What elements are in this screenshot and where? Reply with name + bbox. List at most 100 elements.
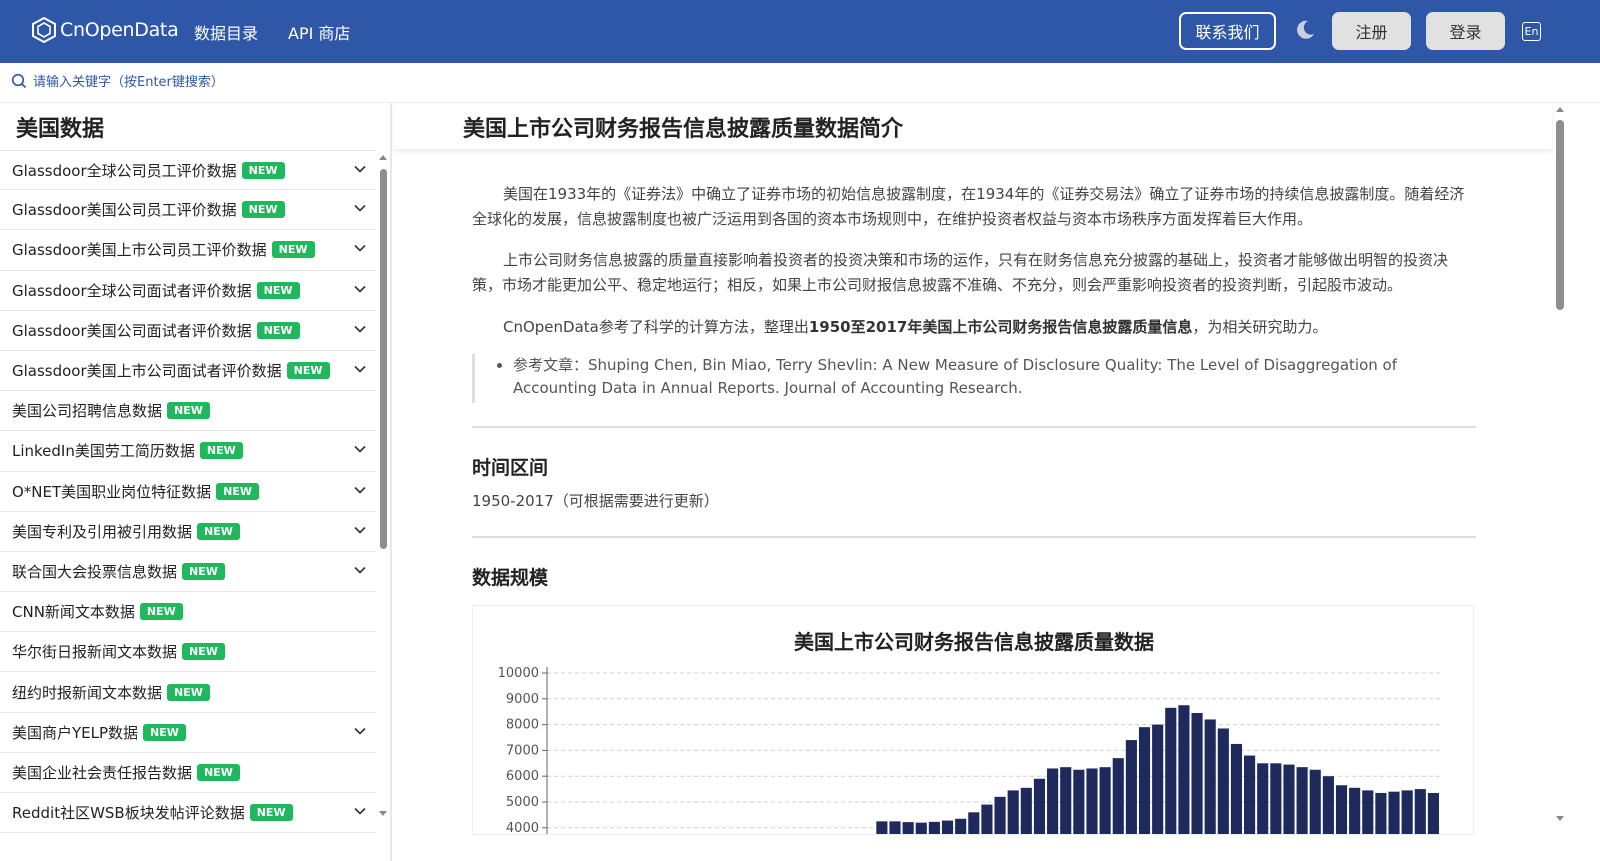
- chevron-down-icon[interactable]: [354, 325, 366, 333]
- bar-1996[interactable]: [1152, 724, 1164, 835]
- bar-1990[interactable]: [1073, 769, 1085, 835]
- bar-1981[interactable]: [955, 818, 967, 835]
- chevron-down-icon[interactable]: [354, 807, 366, 815]
- logo[interactable]: CnOpenData: [32, 17, 179, 43]
- bar-2010[interactable]: [1335, 785, 1348, 835]
- bar-1988[interactable]: [1047, 768, 1059, 835]
- bar-1991[interactable]: [1086, 768, 1098, 835]
- bar-1977[interactable]: [902, 822, 914, 835]
- bar-1992[interactable]: [1099, 767, 1111, 835]
- page-scroll-down-arrow-icon[interactable]: [1556, 816, 1564, 821]
- bar-1998[interactable]: [1178, 705, 1190, 835]
- new-badge: NEW: [182, 562, 225, 580]
- sidebar-item[interactable]: 美国专利及引用被引用数据 NEW: [0, 512, 376, 552]
- sidebar-item-label: 美国专利及引用被引用数据: [12, 522, 193, 541]
- chevron-down-icon[interactable]: [354, 727, 366, 735]
- bar-1985[interactable]: [1007, 790, 1019, 835]
- bar-2013[interactable]: [1375, 792, 1387, 835]
- chevron-down-icon[interactable]: [354, 566, 366, 574]
- page-scroll-up-arrow-icon[interactable]: [1556, 107, 1564, 112]
- bar-1982[interactable]: [968, 812, 980, 835]
- chevron-down-icon[interactable]: [354, 445, 366, 453]
- sidebar-item[interactable]: Glassdoor美国公司面试者评价数据 NEW: [0, 311, 376, 351]
- bar-1984[interactable]: [994, 796, 1006, 835]
- sidebar-scrollbar-thumb[interactable]: [380, 169, 387, 549]
- chevron-down-icon[interactable]: [354, 285, 366, 293]
- bar-1986[interactable]: [1020, 787, 1032, 835]
- chevron-down-icon[interactable]: [354, 204, 366, 212]
- bar-2007[interactable]: [1296, 767, 1308, 835]
- bar-1976[interactable]: [889, 821, 901, 835]
- bar-1993[interactable]: [1112, 758, 1124, 835]
- bar-2008[interactable]: [1309, 769, 1321, 835]
- new-badge: NEW: [197, 522, 240, 540]
- new-badge: NEW: [199, 442, 243, 460]
- language-toggle[interactable]: En: [1522, 22, 1541, 41]
- contact-us-button[interactable]: 联系我们: [1179, 12, 1276, 50]
- nav-data-catalog[interactable]: 数据目录: [194, 20, 258, 44]
- sidebar-item[interactable]: 美国公司招聘信息数据 NEW: [0, 391, 376, 432]
- bar-1994[interactable]: [1125, 740, 1137, 835]
- sidebar-item[interactable]: LinkedIn美国劳工简历数据 NEW: [0, 431, 376, 472]
- bar-1995[interactable]: [1138, 727, 1151, 835]
- sidebar-item[interactable]: Glassdoor美国上市公司面试者评价数据 NEW: [0, 351, 376, 392]
- sidebar-item-label: 华尔街日报新闻文本数据: [12, 643, 178, 662]
- chevron-down-icon[interactable]: [354, 244, 366, 253]
- sidebar-item[interactable]: Reddit社区WSB板块发帖评论数据 NEW: [0, 793, 376, 834]
- page-scrollbar-thumb[interactable]: [1556, 120, 1564, 310]
- bar-1999[interactable]: [1191, 712, 1203, 835]
- sidebar-item[interactable]: 华尔街日报新闻文本数据 NEW: [0, 632, 376, 673]
- moon-icon[interactable]: [1294, 19, 1316, 41]
- bar-2015[interactable]: [1401, 790, 1413, 835]
- sidebar-item-label: Reddit社区WSB板块发帖评论数据: [12, 804, 245, 823]
- bar-1980[interactable]: [941, 820, 954, 835]
- bar-1989[interactable]: [1060, 767, 1072, 835]
- bar-2000[interactable]: [1204, 719, 1216, 835]
- sidebar-item[interactable]: Glassdoor全球公司员工评价数据 NEW: [0, 150, 376, 191]
- bar-2014[interactable]: [1388, 791, 1400, 835]
- new-badge: NEW: [249, 804, 293, 822]
- divider: [472, 426, 1476, 428]
- sidebar-item[interactable]: Glassdoor美国公司员工评价数据 NEW: [0, 190, 376, 231]
- chevron-down-icon[interactable]: [354, 526, 366, 534]
- bar-2005[interactable]: [1270, 763, 1282, 835]
- sidebar-item[interactable]: 美国企业社会责任报告数据 NEW: [0, 753, 376, 793]
- bar-2017[interactable]: [1427, 792, 1439, 835]
- bar-2001[interactable]: [1217, 728, 1229, 835]
- sidebar-item[interactable]: 美国商户YELP数据 NEW: [0, 713, 376, 753]
- bar-2002[interactable]: [1230, 743, 1243, 835]
- nav-api-store[interactable]: API 商店: [288, 20, 350, 44]
- sidebar-item[interactable]: CNN新闻文本数据 NEW: [0, 592, 376, 633]
- chevron-down-icon[interactable]: [354, 165, 366, 173]
- login-button[interactable]: 登录: [1426, 12, 1505, 50]
- hexagon-logo-icon: [32, 17, 56, 43]
- search-input[interactable]: [33, 71, 433, 93]
- bar-2009[interactable]: [1322, 776, 1334, 835]
- scroll-up-arrow-icon[interactable]: [379, 155, 387, 160]
- chevron-down-icon[interactable]: [354, 486, 366, 494]
- sidebar-item[interactable]: Glassdoor美国上市公司员工评价数据 NEW: [0, 230, 376, 271]
- sidebar-item[interactable]: 联合国大会投票信息数据 NEW: [0, 552, 376, 593]
- sidebar-item[interactable]: 纽约时报新闻文本数据 NEW: [0, 672, 376, 713]
- bar-2016[interactable]: [1414, 789, 1426, 835]
- sidebar-item[interactable]: O*NET美国职业岗位特征数据 NEW: [0, 472, 376, 512]
- bar-2006[interactable]: [1283, 764, 1295, 835]
- bar-1997[interactable]: [1165, 707, 1177, 835]
- register-button[interactable]: 注册: [1332, 12, 1411, 50]
- bar-2003[interactable]: [1244, 755, 1256, 835]
- bar-2004[interactable]: [1257, 763, 1269, 835]
- y-tick-label: 9000: [506, 692, 539, 707]
- chevron-down-icon[interactable]: [354, 365, 366, 373]
- bar-1978[interactable]: [915, 822, 927, 835]
- bar-1983[interactable]: [981, 804, 993, 835]
- time-range-text: 1950-2017（可根据需要进行更新）: [472, 492, 719, 510]
- bar-2011[interactable]: [1349, 787, 1361, 835]
- sidebar-item-label: Glassdoor全球公司面试者评价数据: [12, 281, 252, 300]
- bar-2012[interactable]: [1362, 790, 1374, 835]
- bar-1975[interactable]: [876, 821, 888, 835]
- sidebar-item-label: 联合国大会投票信息数据: [12, 562, 178, 581]
- scroll-down-arrow-icon[interactable]: [379, 811, 387, 816]
- bar-1979[interactable]: [928, 821, 940, 835]
- sidebar-item[interactable]: Glassdoor全球公司面试者评价数据 NEW: [0, 271, 376, 311]
- bar-1987[interactable]: [1033, 778, 1046, 835]
